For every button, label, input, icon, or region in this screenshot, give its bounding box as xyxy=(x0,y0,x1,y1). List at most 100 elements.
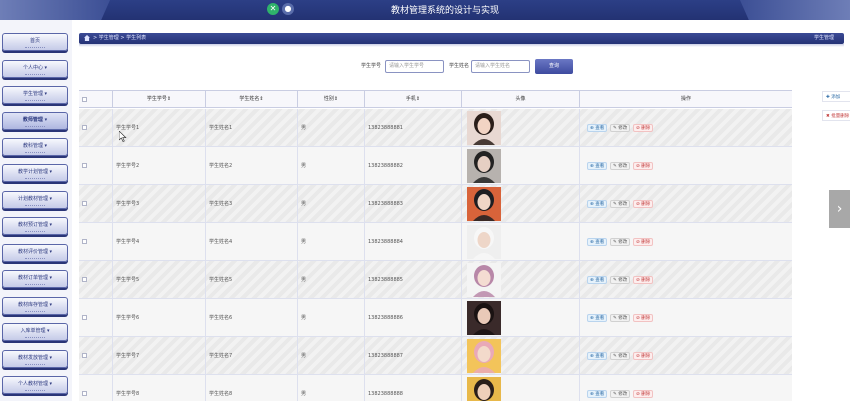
avatar[interactable] xyxy=(467,187,501,221)
sidebar-item-label: 计划教材管理 ▾ xyxy=(17,196,53,202)
select-all-checkbox[interactable] xyxy=(82,97,87,102)
next-arrow-icon[interactable]: › xyxy=(829,190,850,228)
sidebar-item-label: 教材库存管理 ▾ xyxy=(17,302,53,308)
view-button[interactable]: ⊕ 查看 xyxy=(587,238,608,246)
edit-button[interactable]: ✎ 修改 xyxy=(610,276,631,284)
cell-gender: 男 xyxy=(297,109,364,147)
add-button[interactable]: ✚ 添加 xyxy=(822,91,850,102)
home-icon[interactable] xyxy=(84,35,90,41)
cell-phone: 13823888881 xyxy=(364,109,461,147)
user-icon[interactable]: ● xyxy=(282,3,294,15)
sidebar-item[interactable]: 教学计划管理 ▾ xyxy=(2,164,68,182)
avatar[interactable] xyxy=(467,301,501,335)
delete-button-label: 删除 xyxy=(641,392,651,397)
row-checkbox[interactable] xyxy=(82,163,87,168)
top-header: ✕ ● 教材管理系统的设计与实现 xyxy=(0,0,850,20)
cell-gender: 男 xyxy=(297,147,364,185)
sidebar-item[interactable]: 教材发放管理 ▾ xyxy=(2,350,68,368)
table-row: 学生学号7 学生姓名7 男 13823888887 ⊕ 查看 ✎ 修改 ⊘ 删除 xyxy=(79,337,792,375)
delete-button[interactable]: ⊘ 删除 xyxy=(633,124,654,132)
sidebar-item[interactable]: 计划教材管理 ▾ xyxy=(2,191,68,209)
row-checkbox-cell xyxy=(79,223,112,261)
app-window: ✕ ● 教材管理系统的设计与实现 首页个人中心 ▾ 学生管理 ▾ 教师管理 ▾ 教科管… xyxy=(0,0,850,401)
sidebar-item-label: 教学计划管理 ▾ xyxy=(17,169,53,175)
sidebar-item-underline xyxy=(25,178,45,179)
edit-button-label: 修改 xyxy=(618,278,628,283)
cell-gender: 男 xyxy=(297,261,364,299)
avatar[interactable] xyxy=(467,225,501,259)
sidebar-item-underline xyxy=(25,152,45,153)
view-button-label: 查看 xyxy=(595,278,605,283)
sidebar-item[interactable]: 个人中心 ▾ xyxy=(2,60,68,78)
delete-button-label: 删除 xyxy=(641,240,651,245)
sidebar-item[interactable]: 教科管理 ▾ xyxy=(2,138,68,156)
edit-button[interactable]: ✎ 修改 xyxy=(610,352,631,360)
view-button-label: 查看 xyxy=(595,126,605,131)
batch-delete-button[interactable]: ✖ 批量删除 xyxy=(822,110,850,121)
edit-button[interactable]: ✎ 修改 xyxy=(610,390,631,398)
row-checkbox[interactable] xyxy=(82,239,87,244)
sidebar: 首页个人中心 ▾ 学生管理 ▾ 教师管理 ▾ 教科管理 ▾ 教学计划管理 ▾ 计划教材管理… xyxy=(0,20,72,401)
column-header[interactable]: 性别⇕ xyxy=(297,91,364,108)
cell-gender: 男 xyxy=(297,375,364,401)
row-checkbox-cell xyxy=(79,299,112,337)
sidebar-item[interactable]: 教师管理 ▾ xyxy=(2,112,68,130)
view-button[interactable]: ⊕ 查看 xyxy=(587,390,608,398)
column-header[interactable]: 头像 xyxy=(461,91,579,108)
delete-button[interactable]: ⊘ 删除 xyxy=(633,162,654,170)
column-header[interactable]: 学生姓名⇕ xyxy=(205,91,297,108)
delete-button[interactable]: ⊘ 删除 xyxy=(633,276,654,284)
view-button[interactable]: ⊕ 查看 xyxy=(587,200,608,208)
edit-button[interactable]: ✎ 修改 xyxy=(610,238,631,246)
sidebar-item[interactable]: 首页 xyxy=(2,33,68,51)
delete-button[interactable]: ⊘ 删除 xyxy=(633,200,654,208)
sidebar-item[interactable]: 个人教材管理 ▾ xyxy=(2,376,68,394)
sidebar-item-underline xyxy=(25,390,45,391)
row-checkbox[interactable] xyxy=(82,125,87,130)
view-button[interactable]: ⊕ 查看 xyxy=(587,276,608,284)
view-button[interactable]: ⊕ 查看 xyxy=(587,352,608,360)
delete-button[interactable]: ⊘ 删除 xyxy=(633,238,654,246)
sidebar-item-underline xyxy=(25,311,45,312)
student-name-input[interactable]: 请输入学生姓名 xyxy=(471,60,530,73)
edit-button[interactable]: ✎ 修改 xyxy=(610,124,631,132)
view-button[interactable]: ⊕ 查看 xyxy=(587,314,608,322)
row-checkbox[interactable] xyxy=(82,277,87,282)
edit-button[interactable]: ✎ 修改 xyxy=(610,200,631,208)
close-icon[interactable]: ✕ xyxy=(267,3,279,15)
sidebar-item-label: 教材订单管理 ▾ xyxy=(17,275,53,281)
student-id-input[interactable]: 请输入学生学号 xyxy=(385,60,444,73)
cell-name: 学生姓名5 xyxy=(205,261,297,299)
delete-button[interactable]: ⊘ 删除 xyxy=(633,314,654,322)
avatar[interactable] xyxy=(467,377,501,401)
sidebar-item[interactable]: 教材预订管理 ▾ xyxy=(2,217,68,235)
row-checkbox[interactable] xyxy=(82,353,87,358)
avatar[interactable] xyxy=(467,263,501,297)
sidebar-item[interactable]: 学生管理 ▾ xyxy=(2,86,68,104)
row-checkbox[interactable] xyxy=(82,391,87,396)
cell-gender: 男 xyxy=(297,223,364,261)
avatar[interactable] xyxy=(467,339,501,373)
sidebar-item[interactable]: 教材库存管理 ▾ xyxy=(2,297,68,315)
column-header[interactable]: 学生学号⇕ xyxy=(112,91,205,108)
avatar[interactable] xyxy=(467,111,501,145)
row-checkbox[interactable] xyxy=(82,315,87,320)
cell-id: 学生学号4 xyxy=(112,223,205,261)
delete-button[interactable]: ⊘ 删除 xyxy=(633,352,654,360)
sidebar-item-label: 首页 xyxy=(29,38,40,44)
sidebar-item[interactable]: 入库单管理 ▾ xyxy=(2,323,68,341)
view-button[interactable]: ⊕ 查看 xyxy=(587,124,608,132)
avatar[interactable] xyxy=(467,149,501,183)
view-button[interactable]: ⊕ 查看 xyxy=(587,162,608,170)
row-checkbox-cell xyxy=(79,375,112,401)
sidebar-item[interactable]: 教材评价管理 ▾ xyxy=(2,244,68,262)
sidebar-item-underline xyxy=(25,284,45,285)
column-header[interactable]: 操作 xyxy=(579,91,792,108)
edit-button[interactable]: ✎ 修改 xyxy=(610,162,631,170)
column-header[interactable]: 手机⇕ xyxy=(364,91,461,108)
edit-button[interactable]: ✎ 修改 xyxy=(610,314,631,322)
search-button[interactable]: 查询 xyxy=(535,59,573,74)
row-checkbox[interactable] xyxy=(82,201,87,206)
sidebar-item[interactable]: 教材订单管理 ▾ xyxy=(2,270,68,288)
delete-button[interactable]: ⊘ 删除 xyxy=(633,390,654,398)
